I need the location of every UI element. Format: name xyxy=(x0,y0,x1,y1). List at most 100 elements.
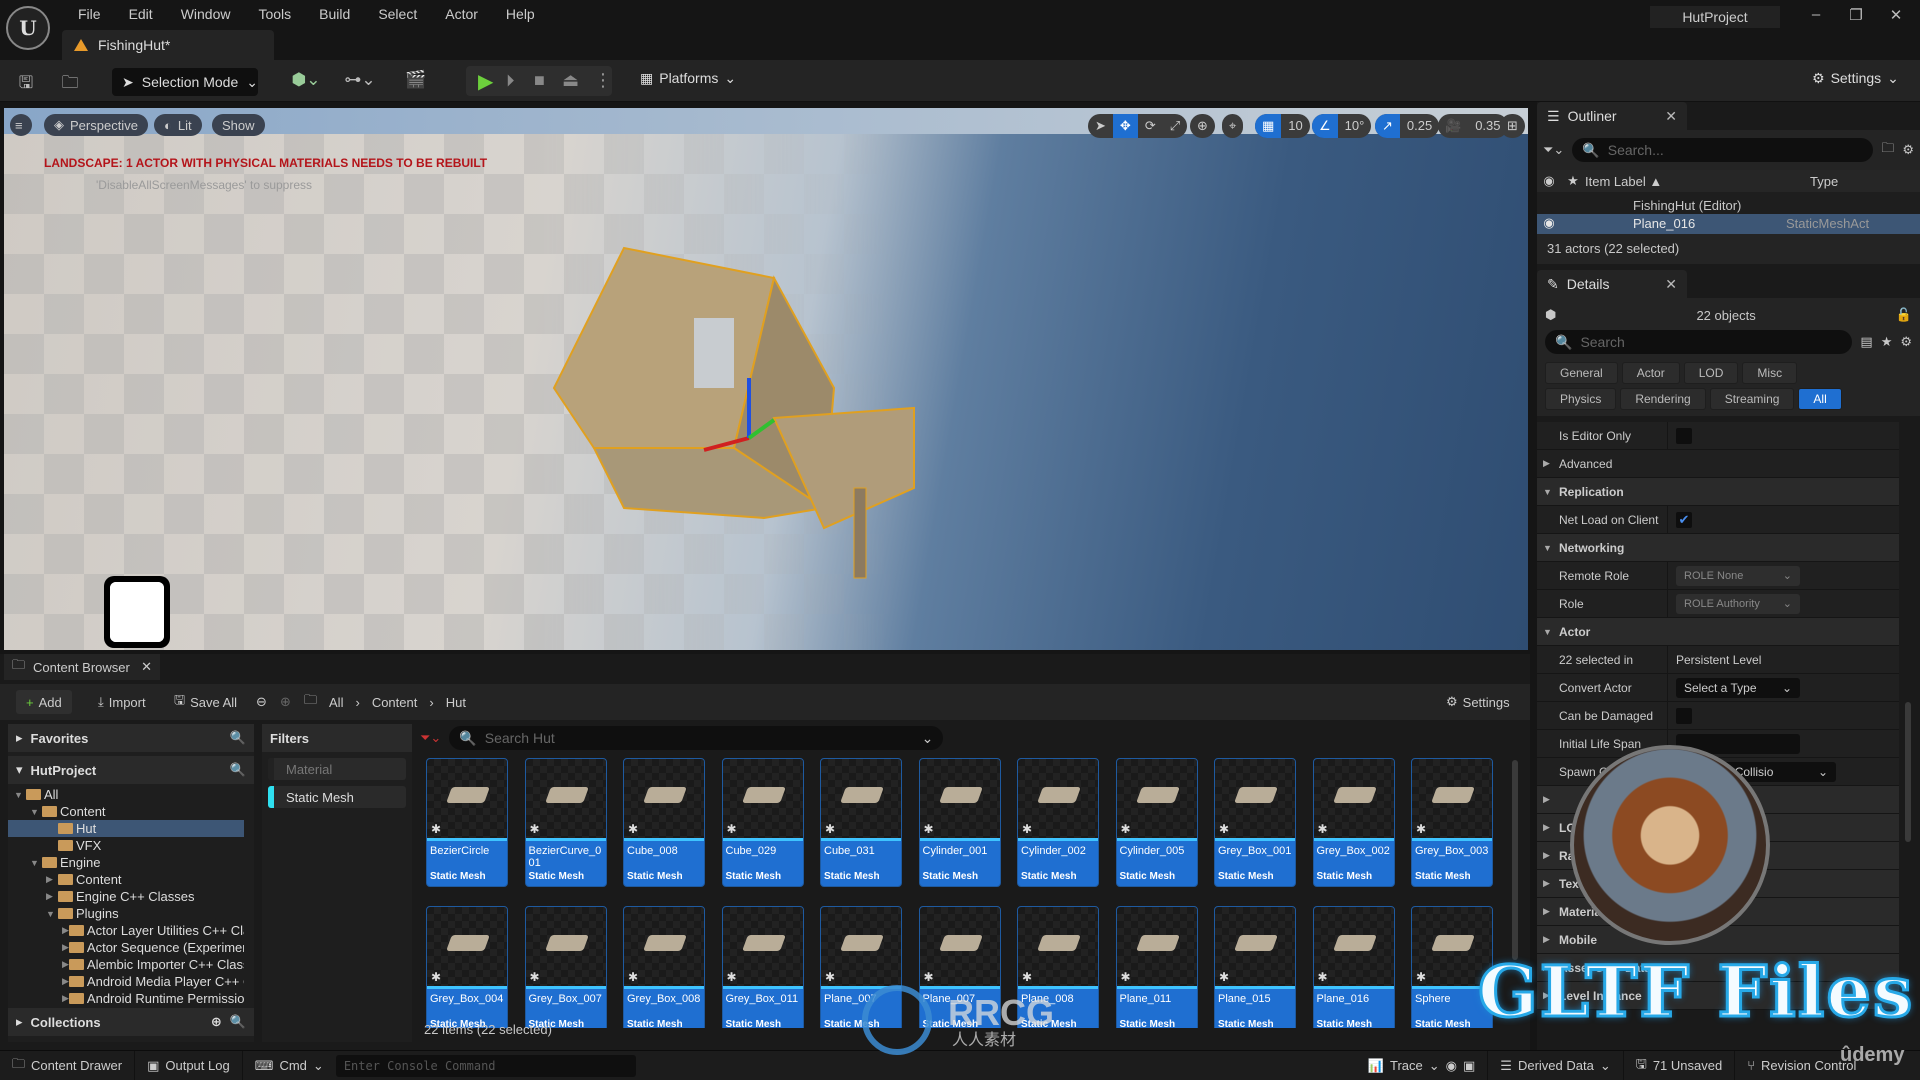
close-icon[interactable]: ✕ xyxy=(141,659,152,675)
visibility-icon[interactable]: ◉ xyxy=(1537,215,1561,231)
asset-tile[interactable]: ✱ Plane_016 Static Mesh xyxy=(1312,906,1395,1028)
property-dropdown[interactable]: Select a Type ⌄ xyxy=(1676,677,1800,698)
caret-down-icon[interactable]: ▼ xyxy=(30,807,42,817)
add-collection-icon[interactable]: ⊕ xyxy=(211,1014,222,1030)
asset-tile[interactable]: ✱ Grey_Box_008 Static Mesh xyxy=(623,906,705,1028)
breadcrumb-content[interactable]: Content xyxy=(372,695,418,710)
selection-mode-dropdown[interactable]: ➤ Selection Mode ⌄ xyxy=(112,68,258,96)
gear-icon[interactable]: ⚙ xyxy=(1902,142,1914,158)
lock-icon[interactable]: 🔓 xyxy=(1896,307,1912,323)
folder-tree-item[interactable]: ▶ Android Media Player C++ Cl xyxy=(8,973,244,990)
level-viewport[interactable]: ≡ ◈ Perspective ◐ Lit Show LANDSCAPE: 1 AC… xyxy=(4,108,1528,650)
close-icon[interactable]: ✕ xyxy=(1665,276,1677,293)
star-icon[interactable]: ★ xyxy=(1881,334,1893,350)
unsaved-button[interactable]: 🖫 71 Unsaved xyxy=(1624,1051,1736,1080)
maximize-button[interactable]: ❐ xyxy=(1836,6,1876,24)
folder-tree-item[interactable]: Hut xyxy=(8,820,244,837)
asset-grid-scrollbar[interactable] xyxy=(1512,760,1518,960)
folder-tree-item[interactable]: ▶ Alembic Importer C++ Classe xyxy=(8,956,244,973)
camera-speed[interactable]: 🎥 0.35 xyxy=(1438,114,1508,138)
level-tab[interactable]: FishingHut* xyxy=(62,30,274,60)
derived-data-dropdown[interactable]: ☰ Derived Data ⌄ xyxy=(1488,1051,1624,1080)
favorites-header[interactable]: ▸ Favorites 🔍 xyxy=(8,724,254,752)
screenshot-icon[interactable]: ▣ xyxy=(1463,1058,1475,1074)
record-icon[interactable]: ◉ xyxy=(1446,1058,1457,1074)
viewport-menu-button[interactable]: ≡ xyxy=(10,114,32,136)
type-column[interactable]: Type xyxy=(1810,174,1838,189)
filter-lod[interactable]: LOD xyxy=(1683,362,1739,384)
filter-rendering[interactable]: Rendering xyxy=(1620,388,1706,410)
import-button[interactable]: ⤓ Import xyxy=(98,690,146,714)
blueprint-icon[interactable]: ⊶⌄ xyxy=(342,70,378,92)
select-tool-icon[interactable]: ➤ xyxy=(1088,114,1113,138)
console-input[interactable]: Enter Console Command xyxy=(335,1054,636,1077)
folder-tree-item[interactable]: ▼ Plugins xyxy=(8,905,244,922)
outliner-search[interactable]: 🔍 Search... xyxy=(1572,138,1874,162)
filter-physics[interactable]: Physics xyxy=(1545,388,1617,410)
layout-icon[interactable]: ⊞ xyxy=(1500,114,1525,138)
filter-chip-static-mesh[interactable]: Static Mesh xyxy=(268,786,406,808)
caret-right-icon[interactable]: ▶ xyxy=(62,993,69,1004)
cb-settings-button[interactable]: ⚙ Settings xyxy=(1446,690,1510,714)
caret-right-icon[interactable]: ▶ xyxy=(62,925,69,936)
folder-tree-item[interactable]: ▶ Content xyxy=(8,871,244,888)
scale-tool-icon[interactable]: ⤢ xyxy=(1163,114,1187,138)
menu-window[interactable]: Window xyxy=(167,4,245,24)
asset-tile[interactable]: ✱ Plane_015 Static Mesh xyxy=(1214,906,1296,1028)
filter-all[interactable]: All xyxy=(1798,388,1842,410)
asset-search-input[interactable]: 🔍 Search Hut ⌄ xyxy=(449,726,944,750)
lit-button[interactable]: ◐ Lit xyxy=(154,114,202,136)
caret-down-icon[interactable]: ▼ xyxy=(14,790,26,800)
details-tab[interactable]: ✎ Details ✕ xyxy=(1537,270,1687,298)
collections-header[interactable]: ▸ Collections ⊕ 🔍 xyxy=(8,1008,254,1036)
add-button[interactable]: + Add xyxy=(16,690,72,714)
cinematics-icon[interactable]: 🎬 xyxy=(398,70,434,92)
rotation-snap[interactable]: ∠ 10° xyxy=(1312,114,1372,138)
search-icon[interactable]: 🔍 xyxy=(230,730,246,746)
property-dropdown[interactable]: ROLE None ⌄ xyxy=(1676,565,1800,586)
asset-tile[interactable]: ✱ Cylinder_001 Static Mesh xyxy=(918,758,1001,887)
asset-tile[interactable]: ✱ Grey_Box_002 Static Mesh xyxy=(1312,758,1395,887)
asset-tile[interactable]: ✱ Grey_Box_003 Static Mesh xyxy=(1411,758,1493,887)
move-tool-icon[interactable]: ✥ xyxy=(1112,114,1138,138)
filter-chip-material[interactable]: Material xyxy=(268,758,406,780)
asset-tile[interactable]: ✱ Cube_029 Static Mesh xyxy=(721,758,804,887)
property-row[interactable]: ▼ Actor xyxy=(1537,618,1899,646)
outliner-tab[interactable]: ☰ Outliner ✕ xyxy=(1537,102,1687,130)
asset-tile[interactable]: ✱ BezierCircle Static Mesh xyxy=(426,758,508,887)
caret-down-icon[interactable]: ▼ xyxy=(30,858,42,868)
folder-tree-item[interactable]: ▶ Android Runtime Permission xyxy=(8,990,244,1007)
caret-right-icon[interactable]: ▶ xyxy=(62,976,69,987)
breadcrumb-all[interactable]: All xyxy=(329,695,343,710)
asset-tile[interactable]: ✱ Cylinder_005 Static Mesh xyxy=(1115,758,1198,887)
property-dropdown[interactable]: ROLE Authority ⌄ xyxy=(1676,593,1800,614)
folder-tree-item[interactable]: ▼ Engine xyxy=(8,854,244,871)
details-search[interactable]: 🔍 Search xyxy=(1545,330,1853,354)
property-row[interactable]: ▼ Networking xyxy=(1537,534,1899,562)
eject-icon[interactable]: ⏏ xyxy=(562,70,579,91)
project-header[interactable]: ▾ HutProject 🔍 xyxy=(8,756,254,784)
platforms-dropdown[interactable]: ▦ Platforms ⌄ xyxy=(640,70,736,87)
checkbox[interactable] xyxy=(1676,427,1692,444)
search-icon[interactable]: 🔍 xyxy=(230,762,246,778)
filter-general[interactable]: General xyxy=(1545,362,1618,384)
rotate-tool-icon[interactable]: ⟳ xyxy=(1138,114,1163,138)
visibility-icon[interactable]: ◉ xyxy=(1537,173,1561,189)
caret-right-icon[interactable]: ▶ xyxy=(62,942,69,953)
folder-tree-item[interactable]: ▼ All xyxy=(8,786,244,803)
trace-dropdown[interactable]: 📊 Trace ⌄ ◉ ▣ xyxy=(1356,1051,1489,1080)
menu-select[interactable]: Select xyxy=(364,4,431,24)
output-log-button[interactable]: ▣ Output Log xyxy=(135,1051,243,1080)
grid-snap[interactable]: ▦ 10 xyxy=(1255,114,1310,138)
details-scrollbar[interactable] xyxy=(1905,702,1911,842)
checkbox-checked[interactable]: ✔ xyxy=(1676,511,1692,528)
asset-tile[interactable]: ✱ Plane_011 Static Mesh xyxy=(1115,906,1198,1028)
menu-actor[interactable]: Actor xyxy=(431,4,492,24)
more-options-icon[interactable]: ⋮ xyxy=(594,70,612,91)
item-label-column[interactable]: Item Label ▲ xyxy=(1585,174,1810,189)
scale-snap[interactable]: ↗ 0.25 xyxy=(1375,114,1440,138)
caret-right-icon[interactable]: ▶ xyxy=(46,891,58,902)
back-button[interactable]: ⊖ xyxy=(256,690,267,714)
save-icon[interactable]: 🖫 xyxy=(14,70,38,92)
caret-right-icon[interactable]: ▶ xyxy=(46,874,58,885)
